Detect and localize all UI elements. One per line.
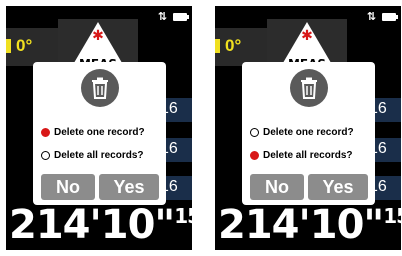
- angle-marker: [6, 39, 11, 53]
- angle-marker: [215, 39, 220, 53]
- option-delete-one[interactable]: Delete one record?: [250, 125, 354, 139]
- battery-icon: [382, 13, 398, 21]
- angle-value: 0°: [16, 36, 33, 55]
- yes-button[interactable]: Yes: [99, 174, 159, 200]
- angle-value: 0°: [225, 36, 242, 55]
- reading-inches: 10": [100, 202, 176, 248]
- delete-dialog: Delete one record? Delete all records? N…: [242, 62, 375, 205]
- logo-panel: ✱ MEAS: [267, 19, 347, 71]
- battery-icon: [173, 13, 189, 21]
- logo-star-icon: ✱: [92, 27, 104, 43]
- yes-button[interactable]: Yes: [308, 174, 368, 200]
- trash-icon: [290, 69, 328, 107]
- no-button[interactable]: No: [41, 174, 95, 200]
- option-delete-one-label: Delete one record?: [54, 126, 145, 138]
- radio-delete-one[interactable]: [41, 127, 50, 137]
- radio-delete-one[interactable]: [250, 127, 259, 137]
- radio-delete-all[interactable]: [41, 150, 50, 160]
- option-delete-one[interactable]: Delete one record?: [41, 125, 145, 139]
- device-screen: ⇅ 0° ✱ MEAS 16 16 16 214'10"15/16: [215, 6, 401, 250]
- signal-icon: ⇅: [157, 10, 167, 23]
- reading-feet: 214': [9, 202, 102, 248]
- angle-indicator: 0°: [6, 28, 58, 66]
- logo-star-icon: ✱: [301, 27, 313, 43]
- device-screen: ⇅ 0° ✱ MEAS 16 16 16 214'10"15/16: [6, 6, 192, 250]
- measurement-reading: 214'10"15/16: [9, 202, 192, 248]
- reading-fraction-numerator: 15: [174, 204, 192, 228]
- no-button[interactable]: No: [250, 174, 304, 200]
- option-delete-all[interactable]: Delete all records?: [250, 148, 352, 162]
- reading-feet: 214': [218, 202, 311, 248]
- reading-inches: 10": [309, 202, 385, 248]
- trash-icon: [81, 69, 119, 107]
- angle-indicator: 0°: [215, 28, 267, 66]
- option-delete-all-label: Delete all records?: [263, 149, 353, 161]
- option-delete-one-label: Delete one record?: [263, 126, 354, 138]
- signal-icon: ⇅: [366, 10, 376, 23]
- measurement-reading: 214'10"15/16: [218, 202, 401, 248]
- delete-dialog: Delete one record? Delete all records? N…: [33, 62, 166, 205]
- radio-delete-all[interactable]: [250, 150, 259, 160]
- option-delete-all-label: Delete all records?: [54, 149, 144, 161]
- option-delete-all[interactable]: Delete all records?: [41, 148, 143, 162]
- reading-fraction-numerator: 15: [383, 204, 401, 228]
- logo-panel: ✱ MEAS: [58, 19, 138, 71]
